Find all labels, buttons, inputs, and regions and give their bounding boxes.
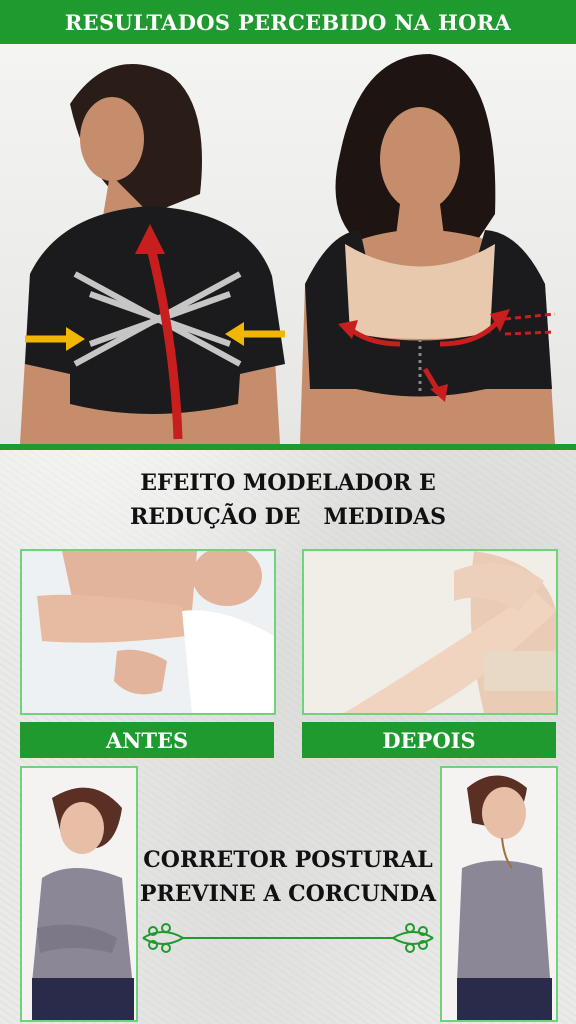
after-photo (302, 549, 558, 715)
back-view-model (20, 64, 285, 444)
posture-heading-line1: CORRETOR POSTURAL (143, 847, 433, 873)
modeling-heading-line1: EFEITO MODELADOR E (140, 470, 436, 496)
before-label: ANTES (20, 722, 274, 758)
before-label-text: ANTES (105, 727, 189, 753)
front-view-model (300, 54, 556, 444)
hero-product-photo (0, 44, 576, 444)
modeling-heading-line2: REDUÇÃO DE MEDIDAS (129, 504, 447, 530)
hero-divider (0, 444, 576, 450)
before-photo (20, 549, 276, 715)
after-label-text: DEPOIS (382, 727, 476, 753)
top-banner: RESULTADOS PERCEBIDO NA HORA (0, 0, 576, 44)
after-label: DEPOIS (302, 722, 556, 758)
modeling-heading: EFEITO MODELADOR E REDUÇÃO DE MEDIDAS (0, 466, 576, 534)
posture-heading: CORRETOR POSTURAL PREVINE A CORCUNDA (0, 843, 576, 911)
leaf-divider-ornament (142, 923, 434, 953)
posture-heading-line2: PREVINE A CORCUNDA (139, 881, 437, 907)
banner-title: RESULTADOS PERCEBIDO NA HORA (64, 9, 512, 35)
hero-illustration (20, 54, 556, 444)
